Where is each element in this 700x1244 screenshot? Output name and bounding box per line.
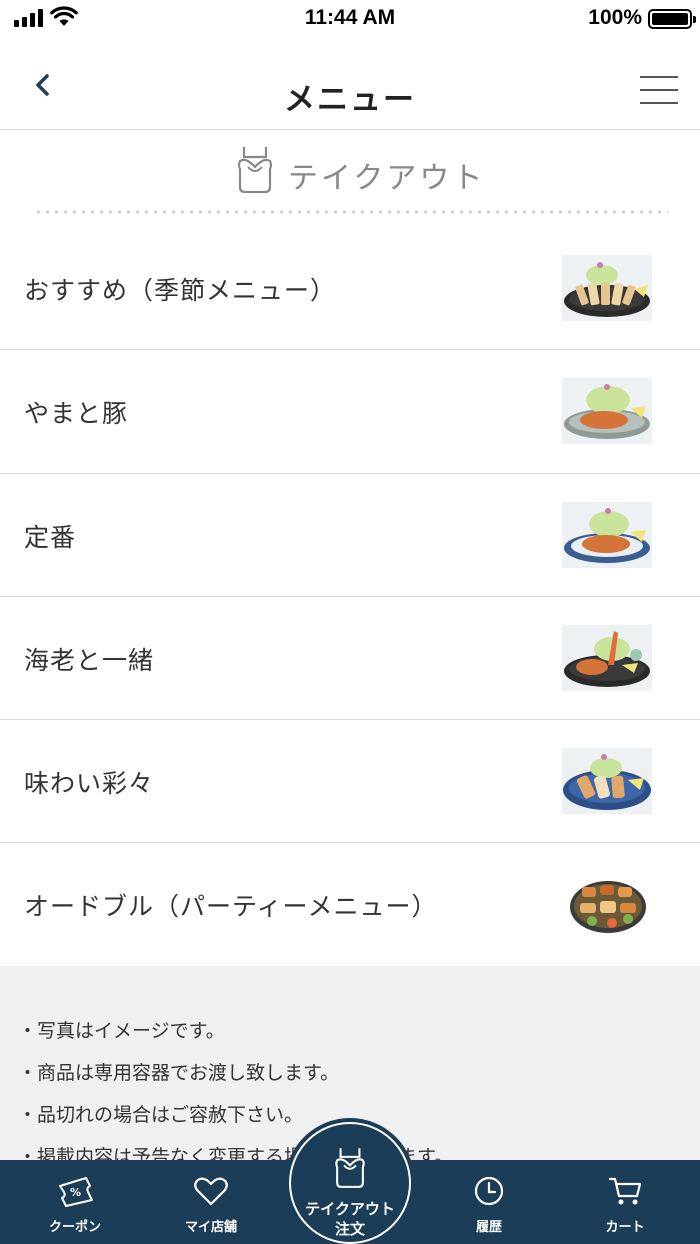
svg-text:%: %	[70, 1186, 81, 1199]
category-label: やまと豚	[24, 399, 129, 429]
coupon-icon: %	[59, 1177, 93, 1207]
takeout-label: テイクアウト	[288, 161, 486, 196]
yamato-pork-katsu-photo	[562, 378, 652, 445]
takeout-bag-icon	[237, 147, 273, 194]
cart-icon	[608, 1177, 642, 1205]
seasonal-katsu-photo	[562, 255, 652, 321]
status-bar: 11:44 AM 100%	[0, 0, 700, 40]
category-label: おすすめ（季節メニュー）	[24, 276, 337, 305]
tab-history[interactable]: 履歴	[434, 1160, 544, 1244]
category-label: 定番	[24, 522, 77, 552]
heart-icon	[194, 1177, 228, 1206]
page-title: メニュー	[284, 82, 416, 118]
tab-label: クーポン	[48, 1220, 101, 1235]
category-item-with-shrimp[interactable]: 海老と一緒	[0, 596, 700, 721]
shrimp-katsu-photo	[562, 624, 652, 691]
tab-label: カート	[605, 1220, 645, 1235]
battery-icon	[648, 9, 696, 29]
takeout-bag-icon	[335, 1148, 365, 1188]
note-item: ・商品は専用容器でお渡し致します。	[18, 1062, 340, 1084]
category-list: おすすめ（季節メニュー） やまと豚 定番 海老と一緒 味わい彩々 オードブル（パ…	[0, 227, 700, 967]
category-label: オードブル（パーティーメニュー）	[24, 892, 438, 922]
takeout-order-button[interactable]: テイクアウト 注文	[285, 1118, 415, 1244]
category-label: 味わい彩々	[24, 769, 155, 799]
takeout-button-label: テイクアウト	[305, 1200, 395, 1218]
party-platter-photo	[568, 871, 648, 938]
assorted-katsu-photo	[562, 748, 652, 815]
tab-my-store[interactable]: マイ店舗	[156, 1160, 266, 1244]
category-label: 海老と一緒	[24, 645, 155, 675]
category-item-standard[interactable]: 定番	[0, 473, 700, 597]
tab-coupon[interactable]: % クーポン	[20, 1160, 130, 1244]
tab-label: 履歴	[475, 1220, 502, 1235]
hamburger-icon[interactable]	[640, 74, 678, 106]
category-item-yamato-pork[interactable]: やまと豚	[0, 350, 700, 474]
takeout-button-label-sub: 注文	[334, 1220, 365, 1238]
note-item: ・写真はイメージです。	[18, 1020, 225, 1042]
battery-percentage: 100%	[588, 6, 642, 29]
tab-cart[interactable]: カート	[570, 1160, 680, 1244]
clock-icon	[474, 1176, 504, 1206]
standard-katsu-photo	[562, 501, 652, 568]
category-item-party-platter[interactable]: オードブル（パーティーメニュー）	[0, 843, 700, 967]
tab-label: マイ店舗	[184, 1220, 237, 1235]
dotted-divider	[34, 210, 668, 214]
category-item-assorted[interactable]: 味わい彩々	[0, 720, 700, 844]
takeout-section-heading: テイクアウト	[0, 131, 700, 221]
navigation-header: メニュー	[0, 40, 700, 130]
category-item-seasonal[interactable]: おすすめ（季節メニュー）	[0, 227, 700, 351]
